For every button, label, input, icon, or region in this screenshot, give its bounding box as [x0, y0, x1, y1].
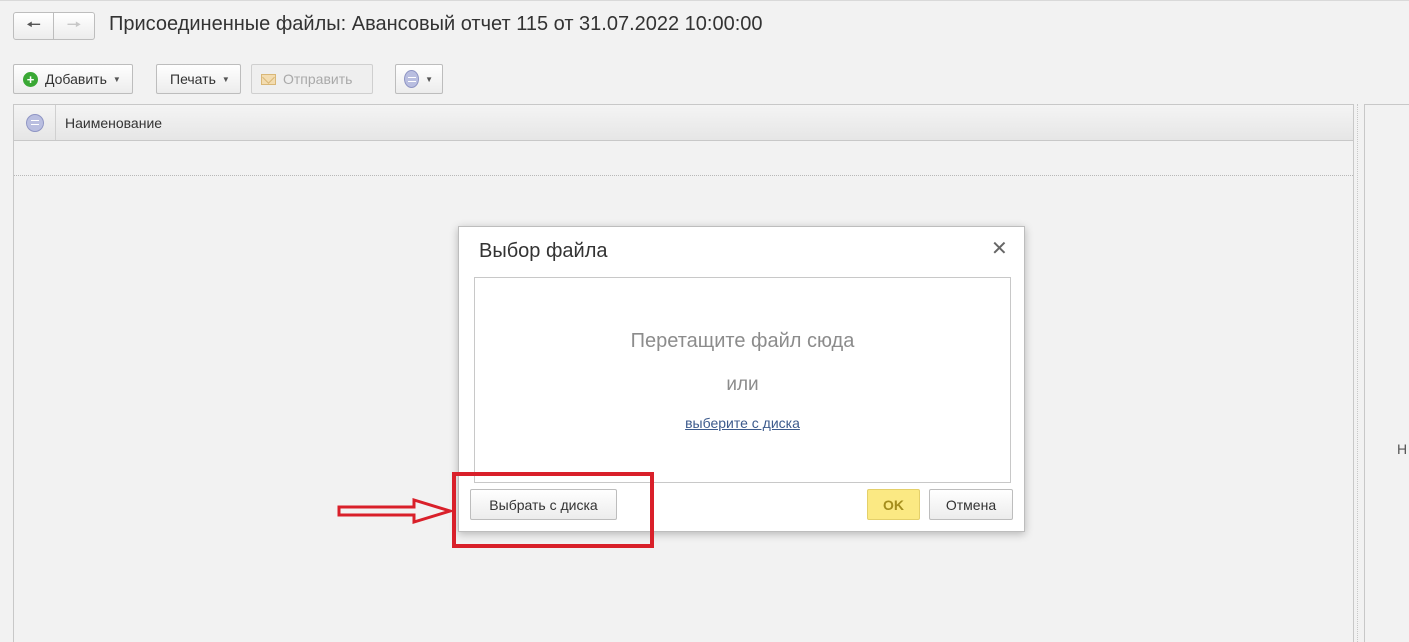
chevron-down-icon: ▼: [221, 74, 230, 84]
table-row[interactable]: [14, 141, 1353, 176]
column-settings-button[interactable]: [14, 105, 56, 140]
arrow-right-icon: 🠖: [66, 14, 82, 34]
send-button-label: Отправить: [283, 71, 353, 87]
back-button[interactable]: 🠔: [13, 12, 54, 40]
dialog-title: Выбор файла: [479, 240, 608, 262]
chevron-down-icon: ▼: [425, 74, 433, 84]
annotation-arrow-icon: [337, 497, 454, 525]
close-icon[interactable]: ✕: [991, 239, 1008, 259]
menu-icon: [404, 70, 420, 88]
ok-button[interactable]: OK: [867, 489, 920, 520]
envelope-icon: [261, 73, 276, 85]
table-header: Наименование: [14, 105, 1353, 141]
panel-splitter[interactable]: [1357, 104, 1358, 642]
forward-button[interactable]: 🠖: [54, 12, 95, 40]
drop-zone[interactable]: Перетащите файл сюда или выберите с диск…: [474, 277, 1011, 483]
send-button[interactable]: Отправить: [251, 64, 373, 94]
chevron-down-icon: ▼: [112, 74, 121, 84]
page-title: Присоединенные файлы: Авансовый отчет 11…: [109, 13, 763, 35]
drop-zone-text: Перетащите файл сюда: [630, 330, 855, 352]
add-button[interactable]: + Добавить ▼: [13, 64, 133, 94]
preview-panel: [1364, 104, 1409, 642]
print-button[interactable]: Печать ▼: [156, 64, 241, 94]
column-header-name[interactable]: Наименование: [65, 115, 162, 131]
cancel-button[interactable]: Отмена: [929, 489, 1013, 520]
preview-panel-text: Н: [1397, 441, 1408, 457]
add-button-label: Добавить: [45, 71, 107, 87]
more-actions-button[interactable]: ▼: [395, 64, 443, 94]
top-border: [0, 0, 1409, 1]
arrow-left-icon: 🠔: [26, 14, 41, 34]
menu-icon: [25, 113, 44, 132]
print-button-label: Печать: [170, 71, 216, 87]
drop-zone-or: или: [726, 374, 759, 395]
choose-from-disk-link[interactable]: выберите с диска: [475, 415, 1010, 431]
plus-icon: +: [23, 71, 38, 87]
annotation-highlight-box: [452, 472, 654, 548]
